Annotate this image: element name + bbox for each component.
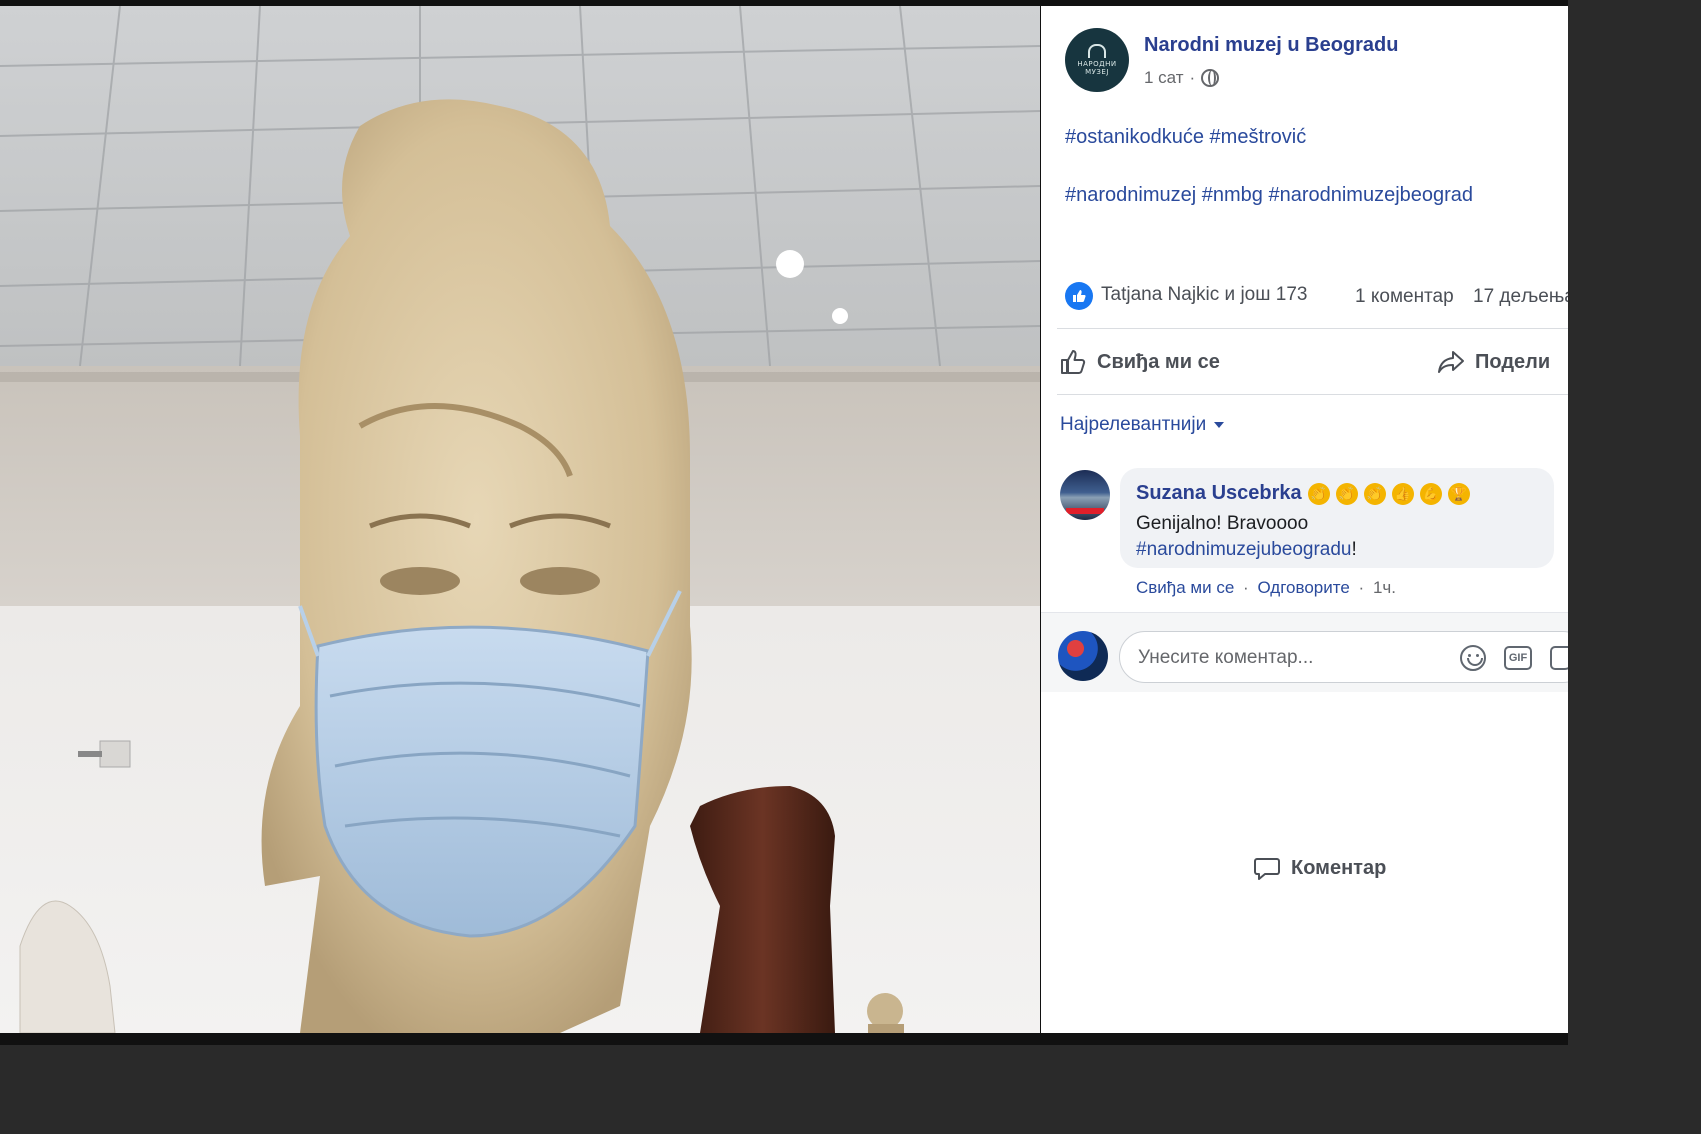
comment-composer: Унесите коментар... GIF [1041,612,1568,692]
sort-label: Најрелевантнији [1060,414,1207,435]
trophy-emoji-icon: 🏆 [1447,482,1470,505]
sticker-icon[interactable] [1550,646,1568,670]
separator: · [1243,578,1249,597]
smile-icon[interactable] [1460,645,1486,671]
like-reaction-icon [1065,282,1093,310]
reactions-text[interactable]: Tatjana Najkic и још 173 [1101,284,1307,306]
comment-count[interactable]: 1 коментар [1355,286,1454,308]
comment-input-placeholder: Унесите коментар... [1138,647,1314,668]
comment-text: Genijalno! Bravoooo #narodnimuzejubeogra… [1136,511,1538,563]
share-button[interactable]: Подели [1437,348,1550,376]
post-time[interactable]: 1 сат [1144,68,1184,88]
flexed-biceps-emoji-icon: 💪 [1419,482,1442,505]
hashtags-line-2[interactable]: #narodnimuzej #nmbg #narodnimuzejbeograd [1065,184,1473,207]
globe-icon [1201,69,1220,87]
share-arrow-icon [1437,348,1465,376]
share-count[interactable]: 17 дељења [1473,286,1568,308]
comment-actions: Свиђа ми се · Одговорите · 1ч. [1136,578,1396,598]
avatar-label-1: НАРОДНИ [1077,60,1117,68]
comment-tag-suffix: ! [1351,539,1357,560]
comment-button[interactable]: Коментар [1253,798,1568,938]
comment-time[interactable]: 1ч. [1373,578,1396,597]
bottom-border [0,1033,1568,1045]
comment-sort-dropdown[interactable]: Најрелевантнији [1060,414,1225,436]
comment-item: Suzana Uscebrka 👏 👏 👏 👍 💪 🏆 Genijalno! B… [1060,468,1568,608]
clap-emoji-icon: 👏 [1363,482,1386,505]
comment-body: Genijalno! Bravoooo [1136,513,1309,534]
page-avatar[interactable]: НАРОДНИ МУЗЕЈ [1065,28,1129,92]
comment-bubble: Suzana Uscebrka 👏 👏 👏 👍 💪 🏆 Genijalno! B… [1120,468,1554,568]
gif-icon[interactable]: GIF [1504,646,1532,670]
meta-separator: · [1189,68,1196,87]
museum-crest-icon [1088,44,1106,58]
reactions-bar: Tatjana Najkic и још 173 1 коментар 17 д… [1065,278,1568,314]
avatar-label-2: МУЗЕЈ [1085,68,1109,76]
comment-like-link[interactable]: Свиђа ми се [1136,578,1234,597]
divider [1057,394,1568,395]
thumbs-up-icon [1059,348,1087,376]
hashtags-line-1[interactable]: #ostanikodkuće #meštrović [1065,126,1306,149]
thumbs-up-emoji-icon: 👍 [1391,482,1414,505]
page-name-link[interactable]: Narodni muzej u Beogradu [1144,34,1398,57]
current-user-avatar[interactable] [1058,631,1108,681]
comment-hashtag[interactable]: #narodnimuzejubeogradu [1136,539,1352,560]
post-header: НАРОДНИ МУЗЕЈ Narodni muzej u Beogradu 1… [1065,28,1565,100]
screenshot-frame: НАРОДНИ МУЗЕЈ Narodni muzej u Beogradu 1… [0,0,1568,1045]
comment-input[interactable]: Унесите коментар... GIF [1119,631,1568,683]
post-side-panel: НАРОДНИ МУЗЕЈ Narodni muzej u Beogradu 1… [1041,6,1568,1033]
comment-label: Коментар [1291,856,1387,879]
commenter-avatar[interactable] [1060,470,1110,520]
caret-down-icon [1214,422,1225,428]
separator: · [1358,578,1365,597]
museum-photo-image [0,6,1040,1033]
comment-reply-link[interactable]: Одговорите [1257,578,1349,597]
speech-bubble-icon [1253,854,1281,882]
comment-author-line: Suzana Uscebrka 👏 👏 👏 👍 💪 🏆 [1136,482,1538,505]
divider [1057,328,1568,329]
comment-author[interactable]: Suzana Uscebrka [1136,482,1302,505]
like-button[interactable]: Свиђа ми се [1059,348,1220,376]
post-meta: 1 сат · [1144,68,1220,88]
post-actions: Свиђа ми се Коментар Подели [1057,336,1568,880]
like-label: Свиђа ми се [1097,350,1220,373]
clap-emoji-icon: 👏 [1335,482,1358,505]
post-photo[interactable] [0,6,1040,1033]
share-label: Подели [1475,350,1551,373]
clap-emoji-icon: 👏 [1307,482,1330,505]
